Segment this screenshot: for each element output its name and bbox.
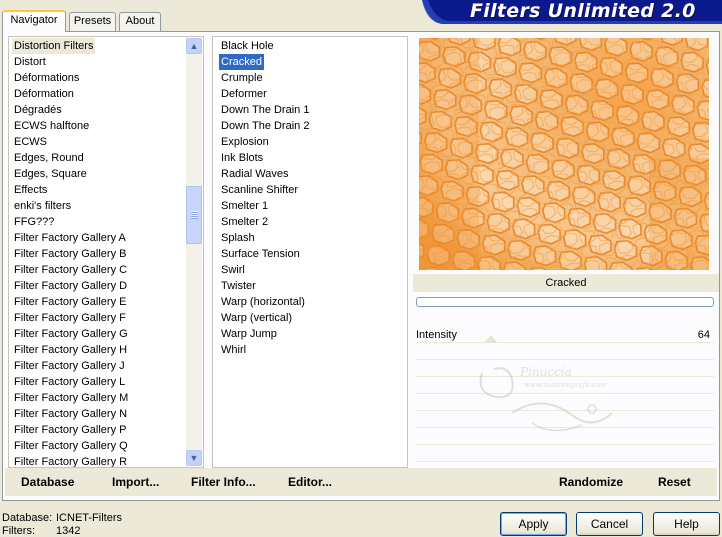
category-list-item[interactable]: Filter Factory Gallery R — [12, 454, 129, 467]
filter-list-item[interactable]: Down The Drain 1 — [219, 102, 311, 118]
chevron-up-icon: ▲ — [189, 40, 199, 51]
filter-list-item[interactable]: Smelter 1 — [219, 198, 270, 214]
preview-caption: Cracked — [413, 274, 719, 292]
filter-list-item[interactable]: Cracked — [219, 54, 264, 70]
filter-list-item[interactable]: Explosion — [219, 134, 271, 150]
filter-list-item[interactable]: Surface Tension — [219, 246, 302, 262]
editor-button[interactable]: Editor... — [288, 468, 332, 496]
import-button[interactable]: Import... — [112, 468, 159, 496]
watermark-logo: Pinuccia www.maidiregrafica.eu — [472, 353, 622, 439]
category-list-item[interactable]: ECWS halftone — [12, 118, 91, 134]
category-list-item[interactable]: Filter Factory Gallery N — [12, 406, 129, 422]
chevron-down-icon: ▼ — [189, 452, 199, 463]
app-banner: Filters Unlimited 2.0 — [408, 0, 722, 24]
help-button[interactable]: Help — [653, 512, 720, 536]
category-list-item[interactable]: Filter Factory Gallery L — [12, 374, 127, 390]
filter-list-item[interactable]: Twister — [219, 278, 258, 294]
scroll-down-button[interactable]: ▼ — [186, 450, 202, 466]
category-list-item[interactable]: Filter Factory Gallery E — [12, 294, 128, 310]
filter-list-item[interactable]: Whirl — [219, 342, 248, 358]
filter-list-item[interactable]: Warp Jump — [219, 326, 279, 342]
category-list-item[interactable]: Déformations — [12, 70, 81, 86]
filter-list-item[interactable]: Scanline Shifter — [219, 182, 300, 198]
category-list-item[interactable]: Filter Factory Gallery M — [12, 390, 130, 406]
watermark-name: Pinuccia — [520, 365, 572, 379]
randomize-button[interactable]: Randomize — [559, 468, 623, 496]
database-value: ICNET-Filters — [56, 512, 122, 524]
category-list-item[interactable]: Distort — [12, 54, 48, 70]
filters-row: Filters: 1342 — [2, 525, 122, 537]
filter-list-item[interactable]: Black Hole — [219, 38, 276, 54]
filter-list-item[interactable]: Crumple — [219, 70, 265, 86]
filter-list-item[interactable]: Warp (horizontal) — [219, 294, 307, 310]
category-list-item[interactable]: Filter Factory Gallery H — [12, 342, 129, 358]
app-title: Filters Unlimited 2.0 — [470, 0, 696, 22]
category-list-item[interactable]: enki's filters — [12, 198, 73, 214]
category-scrollbar[interactable]: ▲ ▼ — [186, 38, 202, 466]
filter-list-item[interactable]: Ink Blots — [219, 150, 265, 166]
category-list-item[interactable]: Filter Factory Gallery C — [12, 262, 129, 278]
category-list-item[interactable]: Dégradés — [12, 102, 64, 118]
category-list-item[interactable]: Filter Factory Gallery P — [12, 422, 128, 438]
database-info: Database: ICNET-Filters Filters: 1342 — [2, 512, 122, 537]
filter-list-item[interactable]: Smelter 2 — [219, 214, 270, 230]
navigator-panel: Distortion Filters Distort Déformations Déf… — [2, 31, 720, 501]
param-row-intensity[interactable]: Intensity 64 — [416, 327, 714, 343]
scroll-up-button[interactable]: ▲ — [186, 38, 202, 54]
param-value: 64 — [697, 329, 710, 341]
scroll-thumb[interactable] — [186, 186, 202, 244]
category-list[interactable]: Distortion Filters Distort Déformations Déf… — [8, 36, 204, 468]
filter-list-item[interactable]: Swirl — [219, 262, 247, 278]
filter-list-item[interactable]: Warp (vertical) — [219, 310, 294, 326]
preview-image — [419, 38, 709, 270]
category-list-item[interactable]: FFG??? — [12, 214, 56, 230]
category-list-item[interactable]: Filter Factory Gallery G — [12, 326, 130, 342]
database-row: Database: ICNET-Filters — [2, 512, 122, 525]
filters-count: 1342 — [56, 525, 81, 537]
filter-items: Black Hole Cracked Crumple Deformer Down The… — [219, 38, 399, 358]
parameter-list: Intensity 64 Pinuccia www.maidiregrafica… — [416, 327, 714, 467]
cancel-button[interactable]: Cancel — [576, 512, 643, 536]
category-list-item[interactable]: ECWS — [12, 134, 49, 150]
category-list-item[interactable]: Filter Factory Gallery B — [12, 246, 128, 262]
category-list-item[interactable]: Edges, Square — [12, 166, 89, 182]
filter-list-item[interactable]: Down The Drain 2 — [219, 118, 311, 134]
filter-list-item[interactable]: Radial Waves — [219, 166, 290, 182]
category-items: Distortion Filters Distort Déformations Déf… — [12, 38, 190, 467]
param-label: Intensity — [416, 329, 457, 341]
category-list-item[interactable]: Déformation — [12, 86, 76, 102]
tab-navigator[interactable]: Navigator — [2, 10, 66, 32]
category-list-item[interactable]: Effects — [12, 182, 49, 198]
progress-bar — [416, 297, 714, 307]
grip-icon — [190, 211, 198, 219]
category-list-item[interactable]: Filter Factory Gallery A — [12, 230, 128, 246]
reset-button[interactable]: Reset — [658, 468, 691, 496]
category-list-item[interactable]: Filter Factory Gallery Q — [12, 438, 130, 454]
filters-label: Filters: — [2, 525, 35, 537]
filter-list[interactable]: Black Hole Cracked Crumple Deformer Down The… — [212, 36, 408, 468]
action-bar: Database Import... Filter Info... Editor… — [5, 468, 717, 496]
apply-button[interactable]: Apply — [500, 512, 567, 536]
database-label: Database: — [2, 512, 53, 524]
filter-list-item[interactable]: Deformer — [219, 86, 269, 102]
slider-indicator — [484, 335, 498, 343]
category-list-item[interactable]: Distortion Filters — [12, 38, 96, 54]
category-list-item[interactable]: Filter Factory Gallery F — [12, 310, 128, 326]
preview-area: Cracked Intensity 64 Pinuccia www.maidir… — [413, 36, 719, 469]
tab-presets[interactable]: Presets — [69, 12, 116, 31]
watermark-site: www.maidiregrafica.eu — [524, 381, 607, 389]
param-row-empty — [416, 446, 714, 462]
tab-about[interactable]: About — [119, 12, 161, 31]
category-list-item[interactable]: Edges, Round — [12, 150, 86, 166]
category-list-item[interactable]: Filter Factory Gallery D — [12, 278, 129, 294]
cracked-preview-graphic — [419, 38, 709, 270]
filter-list-item[interactable]: Splash — [219, 230, 257, 246]
filter-info-button[interactable]: Filter Info... — [191, 468, 256, 496]
category-list-item[interactable]: Filter Factory Gallery J — [12, 358, 127, 374]
database-button[interactable]: Database — [21, 468, 74, 496]
